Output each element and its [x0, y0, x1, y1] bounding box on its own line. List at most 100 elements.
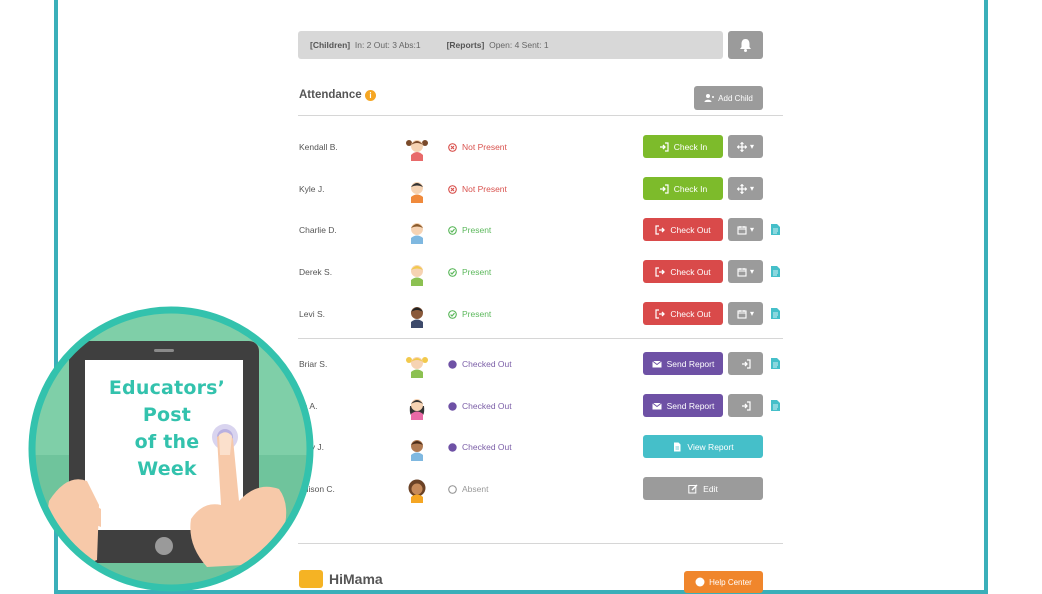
- view-report-button[interactable]: View Report: [643, 435, 763, 458]
- child-name: Derek S.: [299, 267, 333, 277]
- edit-label: Edit: [703, 483, 718, 494]
- boy-dark-hair-avatar: [411, 182, 423, 203]
- document-icon[interactable]: [771, 266, 780, 277]
- boy-brown-hair-avatar: [411, 223, 423, 244]
- calendar-icon: [737, 309, 747, 319]
- status-text: Checked Out: [462, 359, 512, 369]
- send-report-button[interactable]: Send Report: [643, 394, 723, 417]
- badge-line: Educators’: [108, 377, 226, 399]
- girl-curly-hair-avatar: [408, 479, 426, 503]
- document-icon[interactable]: [771, 308, 780, 319]
- check-circle-icon: [448, 309, 457, 319]
- badge-line: Post: [142, 404, 192, 426]
- check-out-label: Check Out: [670, 224, 711, 235]
- reports-summary-stats: Open: 4 Sent: 1: [489, 40, 549, 50]
- status-badge: Checked Out: [448, 401, 512, 411]
- bell-icon: [740, 39, 751, 52]
- add-user-icon: [704, 94, 715, 102]
- header-divider: [298, 115, 783, 116]
- status-text: Not Present: [462, 184, 507, 194]
- send-report-label: Send Report: [666, 358, 715, 369]
- boy-brown-skin-avatar: [411, 440, 423, 461]
- move-icon: [736, 183, 747, 194]
- check-out-button[interactable]: Check Out: [643, 260, 723, 283]
- check-out-label: Check Out: [670, 266, 711, 277]
- dot-filled-icon: [448, 359, 457, 369]
- status-badge: Not Present: [448, 142, 507, 152]
- children-summary-label: [Children]: [310, 40, 351, 50]
- x-circle-icon: [448, 142, 457, 152]
- view-report-label: View Report: [687, 441, 734, 452]
- logo-text: HiMama: [329, 571, 383, 587]
- status-text: Present: [462, 309, 492, 319]
- caret-down-icon: ▾: [749, 225, 754, 234]
- send-report-label: Send Report: [666, 400, 715, 411]
- status-badge: Present: [448, 225, 491, 235]
- dot-filled-icon: [448, 401, 457, 411]
- envelope-icon: [651, 360, 662, 367]
- check-out-label: Check Out: [670, 308, 711, 319]
- check-in-label: Check In: [673, 183, 708, 194]
- check-circle-icon: [448, 225, 457, 235]
- sign-in-button[interactable]: [728, 352, 763, 375]
- girl-pigtails-avatar: [406, 140, 428, 161]
- children-summary-stats: In: 2 Out: 3 Abs:1: [354, 40, 421, 50]
- footer-divider: [298, 543, 783, 544]
- document-icon[interactable]: [771, 400, 780, 411]
- help-center-label: Help Center: [709, 577, 752, 587]
- calendar-menu-button[interactable]: ▾: [728, 218, 763, 241]
- status-text: Absent: [462, 484, 489, 494]
- document-icon[interactable]: [771, 224, 780, 235]
- check-circle-icon: [448, 267, 457, 277]
- caret-down-icon: ▾: [749, 142, 754, 151]
- status-text: Checked Out: [462, 401, 512, 411]
- calendar-menu-button[interactable]: ▾: [728, 260, 763, 283]
- info-icon[interactable]: i: [365, 90, 376, 101]
- move-menu-button[interactable]: ▾: [728, 177, 763, 200]
- caret-down-icon: ▾: [749, 267, 754, 276]
- circle-outline-icon: [448, 484, 457, 494]
- status-text: Checked Out: [462, 442, 512, 452]
- attendance-title: Attendance: [299, 89, 362, 101]
- x-circle-icon: [448, 184, 457, 194]
- sign-out-icon: [655, 266, 666, 277]
- badge-title: Educators’ Post of the Week: [96, 375, 238, 483]
- status-text: Not Present: [462, 142, 507, 152]
- sign-in-icon: [741, 358, 751, 369]
- section-divider: [298, 338, 783, 339]
- file-icon: [674, 442, 681, 451]
- sign-out-icon: [655, 308, 666, 319]
- check-in-button[interactable]: Check In: [643, 135, 723, 158]
- notifications-button[interactable]: [728, 31, 763, 59]
- calendar-icon: [737, 267, 747, 277]
- sign-out-icon: [655, 224, 666, 235]
- check-in-button[interactable]: Check In: [643, 177, 723, 200]
- help-center-button[interactable]: Help Center: [684, 571, 763, 593]
- check-out-button[interactable]: Check Out: [643, 302, 723, 325]
- status-badge: Checked Out: [448, 442, 512, 452]
- sign-in-button[interactable]: [728, 394, 763, 417]
- boy-blond-hair-avatar: [411, 265, 423, 286]
- attendance-row: Kyle J. Not Present Check In ▾: [0, 177, 1042, 203]
- add-child-button[interactable]: Add Child: [694, 86, 763, 110]
- badge-line: Week: [137, 458, 197, 480]
- calendar-menu-button[interactable]: ▾: [728, 302, 763, 325]
- child-name: Kyle J.: [299, 184, 325, 194]
- sign-in-icon: [741, 400, 751, 411]
- move-menu-button[interactable]: ▾: [728, 135, 763, 158]
- caret-down-icon: ▾: [749, 184, 754, 193]
- check-out-button[interactable]: Check Out: [643, 218, 723, 241]
- attendance-row: Kendall B. Not Present Check In ▾: [0, 135, 1042, 161]
- boy-dark-skin-avatar: [411, 307, 423, 328]
- send-report-button[interactable]: Send Report: [643, 352, 723, 375]
- sign-in-icon: [659, 141, 669, 152]
- edit-icon: [688, 484, 698, 493]
- add-child-label: Add Child: [718, 93, 753, 103]
- girl-dark-hair-avatar: [409, 399, 425, 420]
- calendar-icon: [737, 225, 747, 235]
- document-icon[interactable]: [771, 358, 780, 369]
- status-badge: Present: [448, 309, 491, 319]
- dot-filled-icon: [448, 442, 457, 452]
- edit-button[interactable]: Edit: [643, 477, 763, 500]
- attendance-row: Charlie D. Present Check Out ▾: [0, 218, 1042, 244]
